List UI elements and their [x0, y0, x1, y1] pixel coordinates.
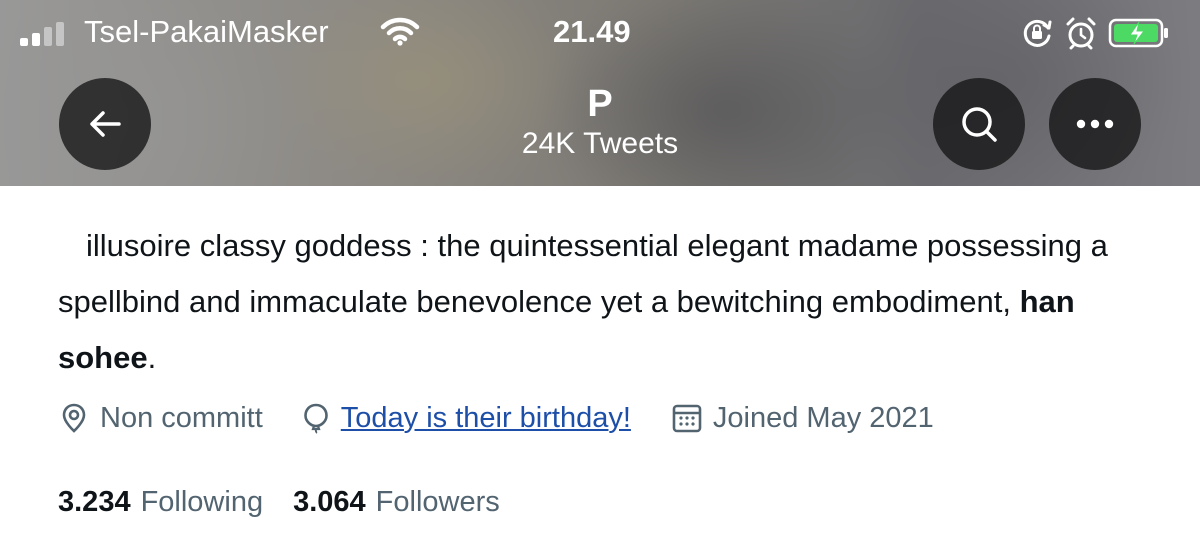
clock-time: 21.49	[553, 14, 631, 49]
signal-icon	[20, 22, 64, 46]
status-icons	[1020, 16, 1170, 50]
bio-text-end: .	[147, 340, 157, 375]
rotation-lock-icon	[1023, 19, 1052, 47]
profile-meta: Non committ Today is their birthday! Joi…	[58, 396, 934, 440]
search-button[interactable]	[933, 78, 1025, 170]
profile-name: P	[587, 83, 613, 125]
more-icon	[1076, 119, 1114, 129]
battery-charging-icon	[1108, 18, 1168, 48]
followers-count: 3.064	[293, 485, 366, 518]
calendar-icon	[672, 404, 702, 433]
search-icon	[962, 107, 997, 142]
following-count: 3.234	[58, 485, 131, 518]
profile-title: P 24K Tweets	[450, 82, 750, 162]
followers-label: Followers	[375, 485, 500, 518]
location-text: Non committ	[100, 401, 263, 434]
tweet-count: 24K Tweets	[521, 127, 679, 160]
birthday-item: Today is their birthday!	[301, 402, 631, 435]
birthday-link[interactable]: Today is their birthday!	[341, 402, 631, 435]
location-item: Non committ	[58, 402, 263, 435]
carrier-name: Tsel-PakaiMasker	[84, 14, 329, 49]
following-link[interactable]: 3.234 Following	[58, 486, 263, 519]
more-options-button[interactable]	[1049, 78, 1141, 170]
alarm-icon	[1066, 17, 1096, 50]
arrow-left-icon	[90, 111, 121, 137]
location-pin-icon	[62, 403, 86, 433]
follow-stats: 3.234 Following 3.064 Followers	[58, 480, 500, 524]
followers-link[interactable]: 3.064 Followers	[293, 486, 500, 519]
following-label: Following	[140, 485, 264, 518]
bio-text: illusoire classy goddess : the quintesse…	[58, 228, 1108, 319]
status-bar: Tsel-PakaiMasker 21.49	[0, 0, 1200, 64]
balloon-icon	[303, 403, 328, 434]
wifi-icon	[380, 17, 420, 46]
profile-header: Tsel-PakaiMasker 21.49 P 24K Tweets	[0, 0, 1200, 186]
back-button[interactable]	[59, 78, 151, 170]
joined-text: Joined May 2021	[712, 401, 934, 434]
joined-item: Joined May 2021	[671, 402, 934, 435]
profile-nav-bar: P 24K Tweets	[0, 64, 1200, 186]
profile-bio: illusoire classy goddess : the quintesse…	[58, 218, 1168, 386]
